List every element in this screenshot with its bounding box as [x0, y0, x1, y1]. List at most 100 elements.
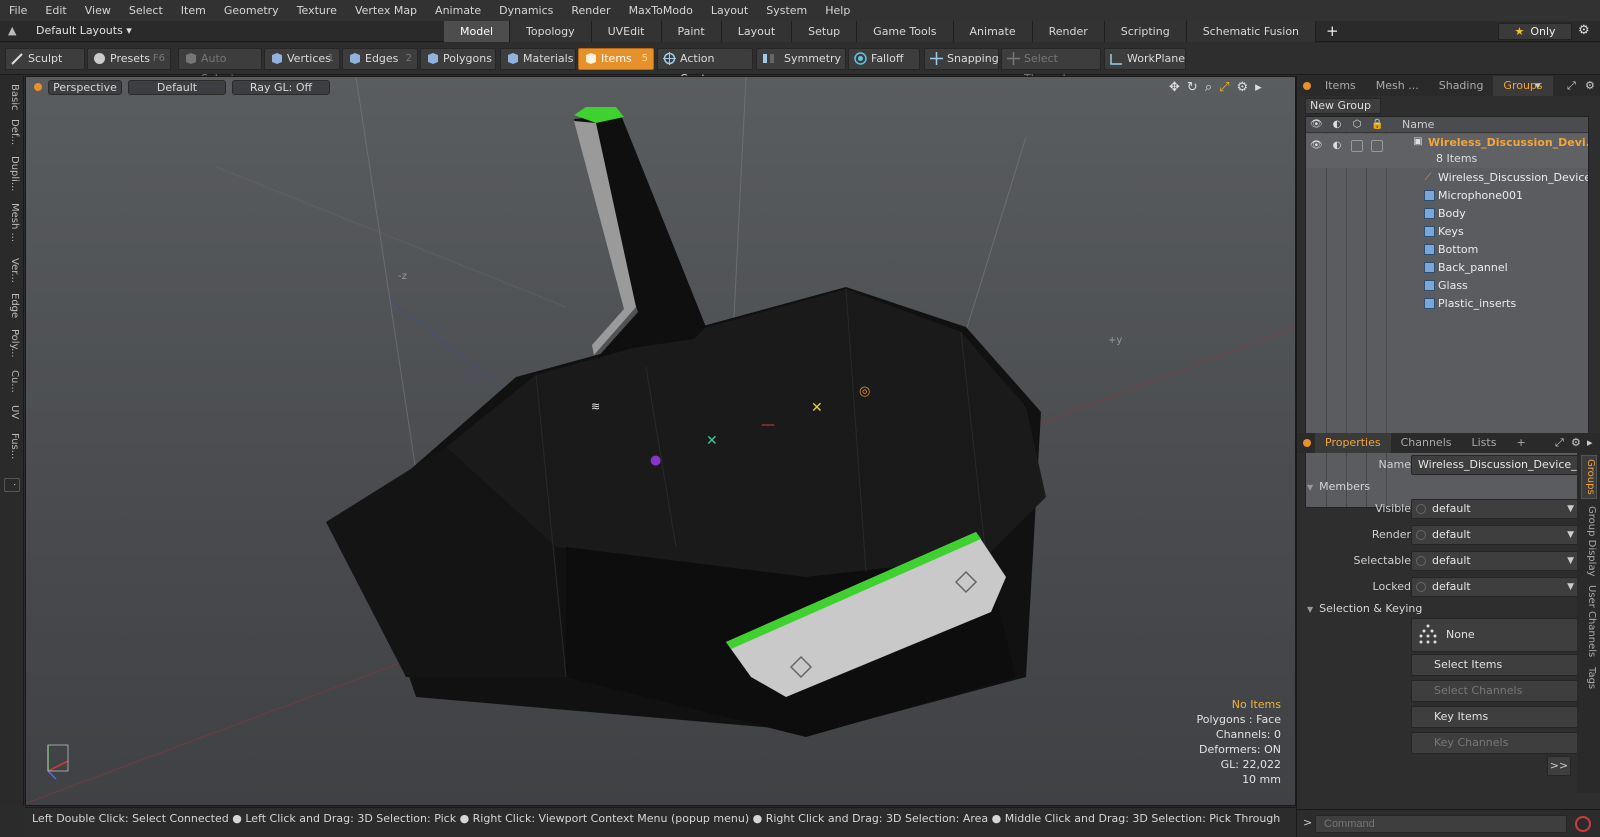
- tab-game-tools[interactable]: Game Tools: [857, 21, 954, 42]
- tree-item[interactable]: Bottom: [1306, 241, 1588, 259]
- lock-column-icon[interactable]: 🔒: [1371, 119, 1383, 131]
- menu-dynamics[interactable]: Dynamics: [490, 4, 562, 17]
- pan-icon[interactable]: ✥: [1169, 80, 1180, 95]
- falloff-button[interactable]: Falloff: [848, 48, 920, 70]
- render-column-icon[interactable]: ◐: [1331, 119, 1343, 131]
- select-channels-button[interactable]: Select Channels: [1411, 680, 1581, 702]
- properties-menu-dot[interactable]: [1303, 439, 1311, 447]
- group-lock-checkbox[interactable]: [1371, 140, 1383, 152]
- viewport-gear-icon[interactable]: ⚙: [1237, 80, 1249, 95]
- side-tab-user-channels[interactable]: User Channels: [1581, 583, 1597, 659]
- tab-groups[interactable]: Groups: [1493, 76, 1553, 96]
- shading-select[interactable]: Default: [128, 80, 226, 95]
- side-tab-tags[interactable]: Tags: [1581, 663, 1597, 693]
- vtab-edge[interactable]: Edge: [4, 292, 20, 320]
- materials-button[interactable]: Materials: [500, 48, 576, 70]
- none-button[interactable]: None: [1411, 618, 1581, 652]
- tree-item[interactable]: Plastic_inserts: [1306, 295, 1588, 313]
- workplane-button[interactable]: WorkPlane: [1104, 48, 1186, 70]
- menu-texture[interactable]: Texture: [288, 4, 346, 17]
- rotate-icon[interactable]: ↻: [1187, 80, 1198, 95]
- presets-button[interactable]: Presets F6: [87, 48, 171, 70]
- tree-item[interactable]: ⟋ Wireless_Discussion_Device ...: [1306, 169, 1589, 187]
- auto-select-button[interactable]: Auto Select: [178, 48, 262, 85]
- side-tab-group-display[interactable]: Group Display: [1581, 503, 1597, 579]
- render-select[interactable]: default ▼: [1411, 525, 1581, 545]
- gear-icon[interactable]: ⚙: [1578, 23, 1590, 38]
- menu-layout[interactable]: Layout: [702, 4, 757, 17]
- locked-select[interactable]: default ▼: [1411, 577, 1581, 597]
- menu-geometry[interactable]: Geometry: [215, 4, 288, 17]
- tab-animate[interactable]: Animate: [953, 21, 1033, 42]
- tab-model[interactable]: Model: [444, 21, 511, 42]
- menu-animate[interactable]: Animate: [426, 4, 490, 17]
- group-select-checkbox[interactable]: [1351, 140, 1363, 152]
- panel-expand-icon[interactable]: ⤢: [1567, 79, 1576, 93]
- tree-item[interactable]: Glass: [1306, 277, 1588, 295]
- properties-arrow-icon[interactable]: ▸: [1587, 436, 1593, 449]
- tab-topology[interactable]: Topology: [510, 21, 592, 42]
- menu-select[interactable]: Select: [120, 4, 172, 17]
- key-channels-button[interactable]: Key Channels: [1411, 732, 1581, 754]
- tab-shading[interactable]: Shading: [1429, 76, 1494, 96]
- menu-edit[interactable]: Edit: [36, 4, 75, 17]
- tab-schematic-fusion[interactable]: Schematic Fusion: [1186, 21, 1317, 42]
- tab-setup[interactable]: Setup: [792, 21, 858, 42]
- side-tab-groups[interactable]: Groups: [1581, 455, 1597, 499]
- tab-channels[interactable]: Channels: [1391, 433, 1462, 453]
- command-input[interactable]: [1315, 815, 1567, 833]
- vertices-button[interactable]: Vertices 1: [264, 48, 340, 70]
- menu-item[interactable]: Item: [172, 4, 215, 17]
- vtab-vertex[interactable]: Ver...: [4, 252, 20, 288]
- tab-layout[interactable]: Layout: [721, 21, 793, 42]
- group-render-icon[interactable]: ◐: [1331, 140, 1343, 152]
- vtab-polygon[interactable]: Poly...: [4, 324, 20, 362]
- menu-help[interactable]: Help: [816, 4, 859, 17]
- new-group-button[interactable]: New Group: [1305, 98, 1381, 114]
- tree-item[interactable]: Back_pannel: [1306, 259, 1588, 277]
- name-field[interactable]: Wireless_Discussion_Device_with: [1411, 455, 1581, 475]
- vtab-deform[interactable]: Def...: [4, 116, 20, 148]
- menu-view[interactable]: View: [76, 4, 120, 17]
- record-icon[interactable]: [1575, 816, 1591, 832]
- maximize-icon[interactable]: ⤢: [1219, 80, 1229, 95]
- only-button[interactable]: ★ Only: [1498, 23, 1572, 40]
- vtab-expand-icon[interactable]: ·: [4, 478, 20, 492]
- zoom-icon[interactable]: ⌕: [1205, 80, 1212, 95]
- group-visible-icon[interactable]: 👁: [1310, 140, 1323, 152]
- select-items-button[interactable]: Select Items: [1411, 654, 1581, 676]
- snapping-button[interactable]: Snapping: [924, 48, 999, 70]
- vtab-uv[interactable]: UV: [4, 402, 20, 422]
- menu-vertex-map[interactable]: Vertex Map: [346, 4, 426, 17]
- vtab-basic[interactable]: Basic: [4, 82, 20, 112]
- viewport-arrow-icon[interactable]: ▸: [1255, 80, 1262, 95]
- menu-file[interactable]: File: [0, 4, 36, 17]
- raygl-toggle[interactable]: Ray GL: Off: [232, 80, 330, 95]
- symmetry-button[interactable]: Symmetry: [756, 48, 846, 70]
- tab-paint[interactable]: Paint: [661, 21, 722, 42]
- items-button[interactable]: Items 5: [578, 48, 654, 70]
- viewport-menu-dot[interactable]: [34, 83, 42, 91]
- key-items-button[interactable]: Key Items: [1411, 706, 1581, 728]
- visible-select[interactable]: default ▼: [1411, 499, 1581, 519]
- tab-render[interactable]: Render: [1032, 21, 1105, 42]
- tab-lists[interactable]: Lists: [1462, 433, 1507, 453]
- group-row[interactable]: 👁 ◐ ▣ Wireless_Discussion_Devi... 8 Item…: [1306, 134, 1588, 168]
- tree-item[interactable]: Body: [1306, 205, 1588, 223]
- polygons-button[interactable]: Polygons: [420, 48, 496, 70]
- tab-scripting[interactable]: Scripting: [1104, 21, 1187, 42]
- action-center-button[interactable]: Action Center: [657, 48, 753, 85]
- layout-collapse-icon[interactable]: ▲: [8, 24, 22, 38]
- layout-select[interactable]: Default Layouts ▾: [36, 24, 132, 37]
- selection-keying-section[interactable]: ▼ Selection & Keying: [1307, 602, 1422, 615]
- tab-uvedit[interactable]: UVEdit: [591, 21, 662, 42]
- add-tab-icon[interactable]: +: [1316, 21, 1349, 42]
- menu-render[interactable]: Render: [562, 4, 619, 17]
- tab-mesh[interactable]: Mesh ...: [1366, 76, 1429, 96]
- panel-menu-dot[interactable]: [1303, 82, 1311, 90]
- properties-gear-icon[interactable]: ⚙: [1571, 436, 1581, 449]
- tab-items[interactable]: Items: [1315, 76, 1366, 96]
- vtab-fusion[interactable]: Fus...: [4, 430, 20, 462]
- vtab-curve[interactable]: Cu...: [4, 366, 20, 396]
- more-button[interactable]: >>: [1547, 756, 1571, 776]
